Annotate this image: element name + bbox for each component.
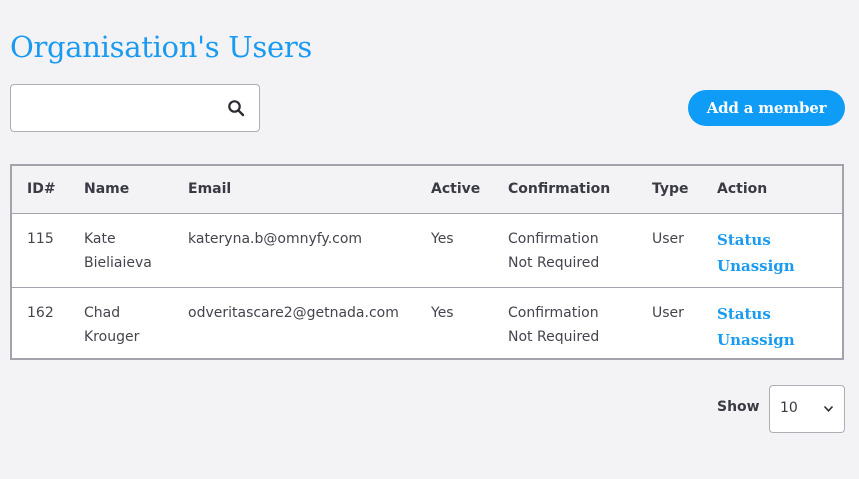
cell-id: 115 <box>12 213 84 288</box>
confirmation-line1: Confirmation <box>508 230 599 247</box>
search-input[interactable] <box>11 85 216 131</box>
cell-name: Chad Krouger <box>84 287 188 361</box>
cell-confirmation: Confirmation Not Required <box>508 213 652 288</box>
cell-confirmation: Confirmation Not Required <box>508 287 652 361</box>
cell-type: User <box>652 213 717 288</box>
name-first: Chad <box>84 304 121 321</box>
confirmation-line1: Confirmation <box>508 304 599 321</box>
unassign-link[interactable]: Unassign <box>717 327 842 353</box>
cell-email: kateryna.b@omnyfy.com <box>188 213 431 288</box>
cell-type: User <box>652 304 684 321</box>
column-header-email[interactable]: Email <box>188 166 431 214</box>
status-link[interactable]: Status <box>717 301 842 327</box>
cell-active: Yes <box>431 213 508 288</box>
column-header-confirmation[interactable]: Confirmation <box>508 166 652 214</box>
column-header-action: Action <box>717 166 842 214</box>
confirmation-line2: Not Required <box>508 254 600 271</box>
page-title: Organisation's Users <box>10 30 312 64</box>
add-member-button[interactable]: Add a member <box>688 90 845 126</box>
column-header-type[interactable]: Type <box>652 166 717 214</box>
users-table: ID# Name Email Active Confirmation Type … <box>10 164 844 360</box>
name-first: Kate <box>84 230 116 247</box>
table-row: 115 Kate Bieliaieva kateryna.b@omnyfy.co… <box>12 213 842 288</box>
name-last: Bieliaieva <box>84 254 152 271</box>
search-icon[interactable] <box>227 99 245 117</box>
column-header-active[interactable]: Active <box>431 166 508 214</box>
table-header-row: ID# Name Email Active Confirmation Type … <box>12 166 842 214</box>
page-size-select[interactable]: 10 <box>769 385 845 433</box>
chevron-down-icon <box>823 405 834 412</box>
cell-active: Yes <box>431 304 454 321</box>
column-header-id[interactable]: ID# <box>12 166 84 214</box>
unassign-link[interactable]: Unassign <box>717 253 842 279</box>
cell-action: Status Unassign <box>717 213 842 288</box>
table-row: 162 Chad Krouger odveritascare2@getnada.… <box>12 287 842 361</box>
cell-action: Status Unassign <box>717 287 842 361</box>
show-label: Show <box>717 399 760 415</box>
confirmation-line2: Not Required <box>508 328 600 345</box>
search-box[interactable] <box>10 84 260 132</box>
page-size-value: 10 <box>780 400 798 416</box>
status-link[interactable]: Status <box>717 227 842 253</box>
cell-id: 162 <box>27 304 54 321</box>
column-header-name[interactable]: Name <box>84 166 188 214</box>
name-last: Krouger <box>84 328 140 345</box>
cell-name: Kate Bieliaieva <box>84 213 188 288</box>
cell-email: odveritascare2@getnada.com <box>188 304 399 321</box>
